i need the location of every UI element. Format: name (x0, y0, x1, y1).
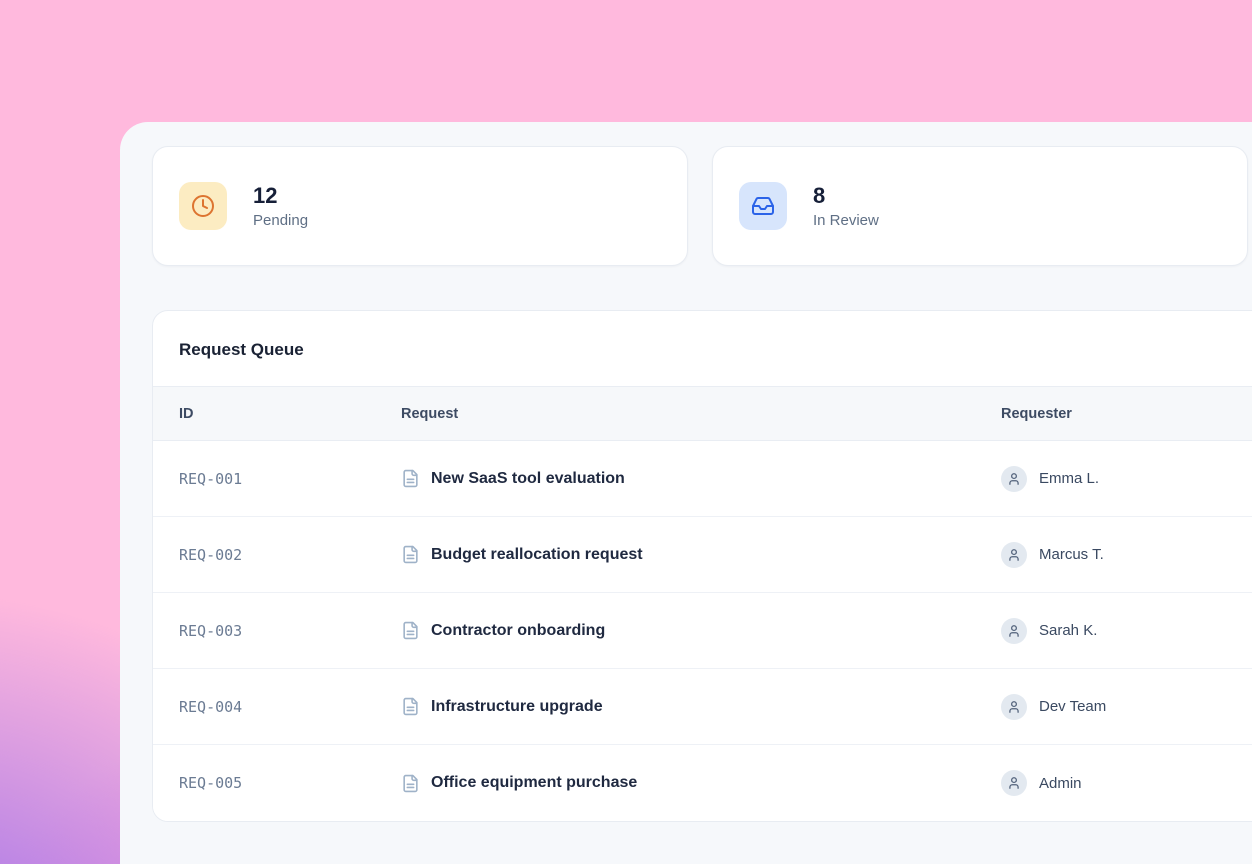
request-title: New SaaS tool evaluation (431, 470, 625, 488)
request-cell: Infrastructure upgrade (401, 697, 1001, 716)
avatar (1001, 618, 1027, 644)
requester-name: Sarah K. (1039, 622, 1097, 639)
request-id: REQ-005 (179, 774, 401, 792)
requester-cell: Admin (1001, 770, 1252, 796)
request-title: Budget reallocation request (431, 546, 643, 564)
request-cell: Contractor onboarding (401, 621, 1001, 640)
file-text-icon (401, 774, 420, 793)
file-text-icon (401, 697, 420, 716)
inbox-icon (739, 182, 787, 230)
requester-name: Marcus T. (1039, 546, 1104, 563)
request-cell: New SaaS tool evaluation (401, 469, 1001, 488)
request-title: Office equipment purchase (431, 774, 637, 792)
requester-cell: Sarah K. (1001, 618, 1252, 644)
stat-card-in-review: 8 In Review (712, 146, 1248, 266)
in-review-count: 8 (813, 183, 879, 208)
request-id: REQ-003 (179, 622, 401, 640)
file-text-icon (401, 621, 420, 640)
requester-cell: Marcus T. (1001, 542, 1252, 568)
page-title: Request Queue (179, 340, 1252, 360)
table-row[interactable]: REQ-005 Office equipment purchase (153, 745, 1252, 821)
requester-cell: Dev Team (1001, 694, 1252, 720)
column-header-id: ID (179, 406, 401, 422)
file-text-icon (401, 469, 420, 488)
avatar (1001, 770, 1027, 796)
request-id: REQ-004 (179, 698, 401, 716)
column-header-request: Request (401, 406, 1001, 422)
table-body: REQ-001 New SaaS tool evaluation (153, 441, 1252, 821)
pending-count: 12 (253, 183, 308, 208)
request-title: Contractor onboarding (431, 622, 605, 640)
requester-name: Dev Team (1039, 698, 1106, 715)
request-queue-card: Request Queue ID Request Requester REQ-0… (152, 310, 1252, 822)
request-cell: Budget reallocation request (401, 545, 1001, 564)
request-id: REQ-002 (179, 546, 401, 564)
request-queue-header: Request Queue (153, 311, 1252, 387)
table-header-row: ID Request Requester (153, 387, 1252, 441)
table-row[interactable]: REQ-001 New SaaS tool evaluation (153, 441, 1252, 517)
clock-icon (179, 182, 227, 230)
stat-card-pending: 12 Pending (152, 146, 688, 266)
request-id: REQ-001 (179, 470, 401, 488)
request-cell: Office equipment purchase (401, 774, 1001, 793)
avatar (1001, 694, 1027, 720)
requester-name: Emma L. (1039, 470, 1099, 487)
stats-row: 12 Pending 8 In Review (152, 146, 1252, 266)
file-text-icon (401, 545, 420, 564)
avatar (1001, 466, 1027, 492)
table-row[interactable]: REQ-002 Budget reallocation request (153, 517, 1252, 593)
column-header-requester: Requester (1001, 406, 1252, 422)
main-panel: 12 Pending 8 In Review Request Queue ID … (120, 122, 1252, 864)
requester-cell: Emma L. (1001, 466, 1252, 492)
table-row[interactable]: REQ-003 Contractor onboarding (153, 593, 1252, 669)
table-row[interactable]: REQ-004 Infrastructure upgrade (153, 669, 1252, 745)
pending-label: Pending (253, 212, 308, 229)
avatar (1001, 542, 1027, 568)
request-title: Infrastructure upgrade (431, 698, 603, 716)
in-review-label: In Review (813, 212, 879, 229)
requester-name: Admin (1039, 775, 1082, 792)
